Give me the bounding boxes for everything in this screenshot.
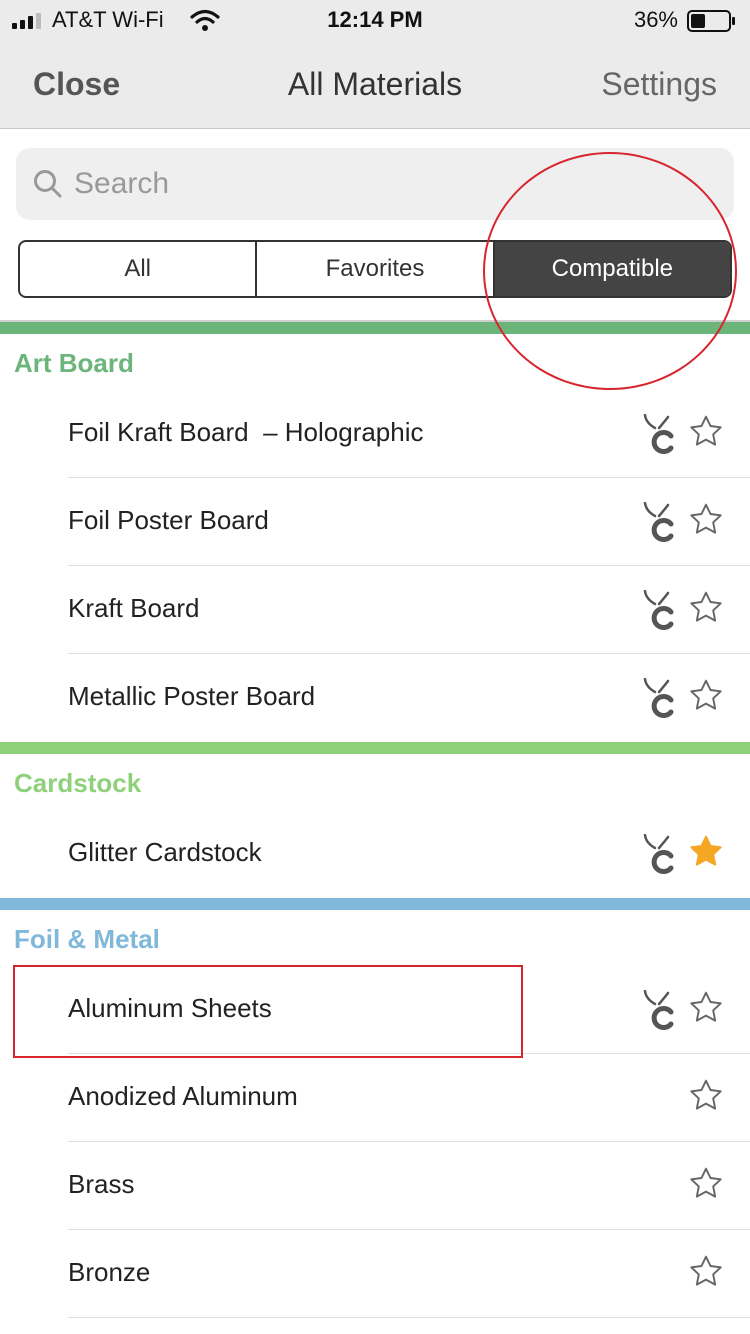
tab-all[interactable]: All (20, 242, 258, 296)
material-name: Glitter Cardstock (68, 837, 262, 867)
material-name: Brass (68, 1169, 135, 1199)
star-icon[interactable] (688, 590, 724, 631)
star-icon[interactable] (688, 1254, 724, 1295)
star-icon[interactable] (688, 990, 724, 1031)
star-icon[interactable] (688, 1166, 724, 1207)
material-row[interactable]: Foil Poster Board (0, 478, 750, 566)
row-divider (68, 1317, 750, 1318)
material-row[interactable]: Brass (0, 1142, 750, 1230)
tab-compatible[interactable]: Compatible (494, 242, 730, 296)
material-name: Anodized Aluminum (68, 1081, 298, 1111)
cricut-compatible-icon (643, 589, 677, 635)
section-title-art-board: Art Board (14, 348, 134, 378)
cricut-compatible-icon (643, 677, 677, 723)
material-row[interactable]: Kraft Board (0, 566, 750, 654)
material-name: Aluminum Sheets (68, 993, 272, 1023)
cricut-compatible-icon (643, 833, 677, 879)
battery-icon (687, 10, 735, 32)
material-row[interactable]: Foil Kraft Board – Holographic (0, 390, 750, 478)
material-name: Foil Poster Board (68, 505, 269, 535)
star-icon[interactable] (688, 678, 724, 719)
settings-button[interactable]: Settings (601, 66, 717, 103)
material-row[interactable]: Aluminum Sheets (0, 966, 750, 1054)
status-bar: AT&T Wi-Fi 12:14 PM 36% (0, 0, 750, 40)
battery-percent: 36% (633, 7, 678, 32)
star-icon[interactable] (688, 502, 724, 543)
filter-segmented-control: All Favorites Compatible (18, 240, 732, 298)
cricut-compatible-icon (643, 413, 677, 459)
section-bar-cardstock (0, 742, 750, 754)
material-row[interactable]: Bronze (0, 1230, 750, 1318)
star-filled-icon[interactable] (688, 834, 724, 875)
cricut-compatible-icon (643, 989, 677, 1035)
section-title-foil-metal: Foil & Metal (14, 924, 160, 954)
search-input[interactable] (74, 148, 714, 220)
section-bar-foil-metal (0, 898, 750, 910)
material-name: Kraft Board (68, 593, 200, 623)
cricut-compatible-icon (643, 501, 677, 547)
section-title-cardstock: Cardstock (14, 768, 142, 798)
navigation-bar: Close All Materials Settings (0, 40, 750, 129)
search-bar[interactable] (16, 148, 734, 220)
material-row[interactable]: Glitter Cardstock (0, 810, 750, 898)
material-row[interactable]: Metallic Poster Board (0, 654, 750, 742)
star-icon[interactable] (688, 1078, 724, 1119)
tab-favorites[interactable]: Favorites (257, 242, 495, 296)
material-row[interactable]: Anodized Aluminum (0, 1054, 750, 1142)
search-icon (34, 170, 62, 198)
star-icon[interactable] (688, 414, 724, 455)
material-name: Bronze (68, 1257, 151, 1287)
material-name: Foil Kraft Board – Holographic (68, 417, 424, 447)
material-name: Metallic Poster Board (68, 681, 316, 711)
section-bar-art-board (0, 322, 750, 334)
